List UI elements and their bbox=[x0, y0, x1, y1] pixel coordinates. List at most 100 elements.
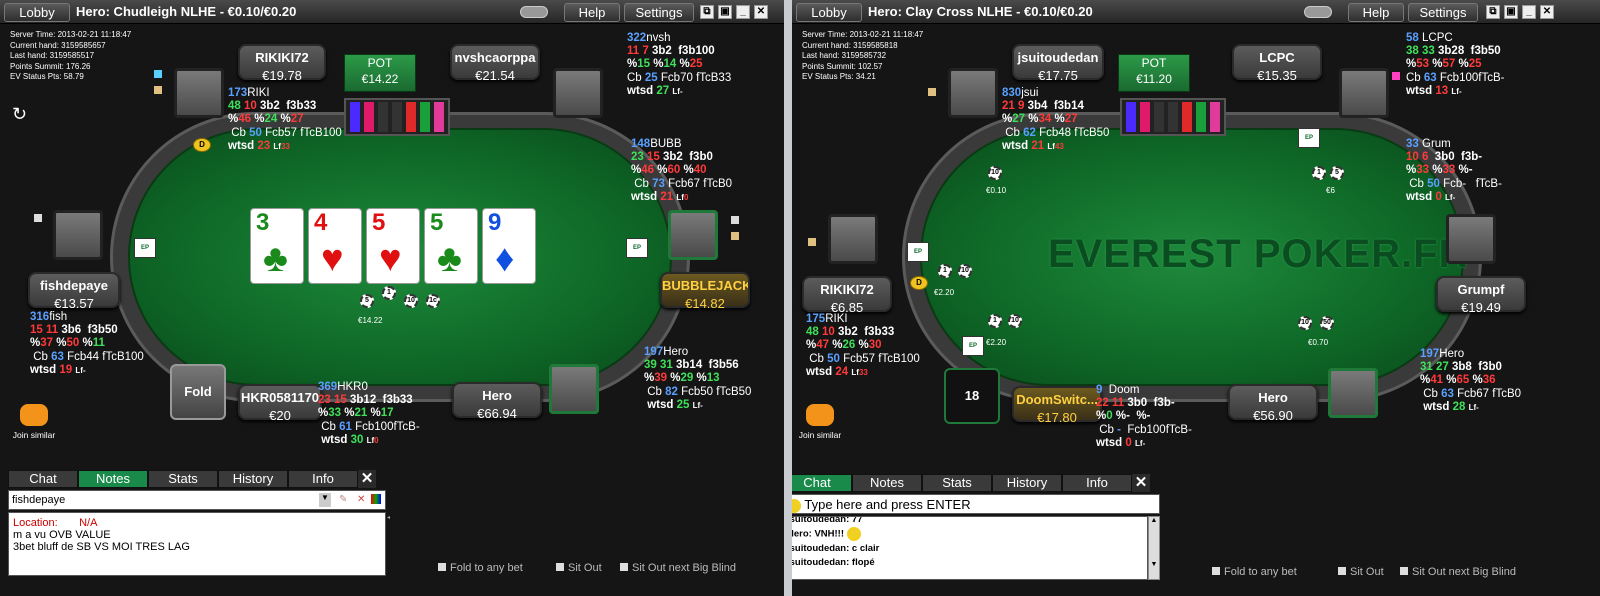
seat-nvshcaorppa[interactable]: nvshcaorppa €21.54 bbox=[450, 44, 540, 83]
hud-nvsh[interactable]: 322nvsh 11 7 3b2 f3b100 %15 %14 %25 Cb 2… bbox=[627, 32, 731, 98]
seat-hkr0581170[interactable]: HKR0581170 €20 bbox=[238, 384, 322, 423]
refresh-icon[interactable]: ↻ bbox=[12, 104, 27, 125]
avatar[interactable] bbox=[1446, 214, 1496, 264]
hud-jsui[interactable]: 830jsui 21 9 3b4 f3b14 %27 %34 %27 Cb 62… bbox=[1002, 87, 1109, 153]
delete-icon[interactable]: ✕ bbox=[357, 494, 365, 505]
tab-stats[interactable]: Stats bbox=[148, 470, 218, 488]
notes-text-area[interactable]: Location: N/A m a vu OVB VALUE 3bet bluf… bbox=[8, 512, 386, 576]
restore-icon[interactable]: ⧉ bbox=[700, 5, 714, 19]
opt-label: Sit Out bbox=[568, 562, 602, 574]
close-panel-icon[interactable]: ✕ bbox=[1132, 474, 1150, 492]
hud-lcpc[interactable]: 58 LCPC 38 33 3b28 f3b50 %53 %57 %25 Cb … bbox=[1406, 32, 1504, 98]
seat-grumpf[interactable]: Grumpf €19.49 bbox=[1436, 276, 1526, 315]
avatar[interactable] bbox=[174, 68, 224, 118]
sponsor-badge-icon: EP bbox=[626, 238, 648, 258]
avatar[interactable] bbox=[53, 210, 103, 260]
seat-name: DoomSwitc... bbox=[1016, 392, 1098, 407]
avatar[interactable] bbox=[1328, 368, 1378, 418]
toggle-icon[interactable] bbox=[1304, 6, 1332, 18]
notes-player-select[interactable]: fishdepaye ▼ ✎ ✕ bbox=[8, 490, 386, 510]
tab-notes[interactable]: Notes bbox=[78, 470, 148, 488]
close-panel-icon[interactable]: ✕ bbox=[358, 470, 376, 488]
tab-history[interactable]: History bbox=[992, 474, 1062, 492]
avatar[interactable] bbox=[828, 214, 878, 264]
sit-out-checkbox[interactable]: Sit Out bbox=[556, 562, 602, 574]
seat-doomswitch[interactable]: DoomSwitc... €17.80 bbox=[1012, 386, 1102, 425]
note-icon[interactable] bbox=[34, 214, 42, 222]
restore-icon[interactable]: ⧉ bbox=[1486, 5, 1500, 19]
sit-out-next-bb-checkbox[interactable]: Sit Out next Big Blind bbox=[620, 562, 736, 574]
tab-stats[interactable]: Stats bbox=[922, 474, 992, 492]
hand-icon[interactable] bbox=[154, 86, 162, 94]
seat-bubblejack[interactable]: BUBBLEJACK €14.82 bbox=[660, 272, 750, 311]
color-icon[interactable] bbox=[371, 494, 381, 504]
sit-out-next-bb-checkbox[interactable]: Sit Out next Big Blind bbox=[1400, 566, 1516, 578]
hud-fish[interactable]: 316fish 15 11 3b6 f3b50 %37 %50 %11 Cb 6… bbox=[30, 311, 144, 377]
help-button[interactable]: Help bbox=[564, 3, 620, 22]
chat-input[interactable]: Type here and press ENTER bbox=[792, 494, 1160, 514]
tab-history[interactable]: History bbox=[218, 470, 288, 488]
seat-jsuitoudedan[interactable]: jsuitoudedan €17.75 bbox=[1012, 44, 1104, 83]
chevron-down-icon[interactable]: ▼ bbox=[319, 493, 331, 507]
settings-button[interactable]: Settings bbox=[1408, 3, 1478, 22]
pot-label: POT bbox=[1141, 56, 1167, 70]
avatar[interactable] bbox=[549, 364, 599, 414]
current-hand: Current hand: 3159585657 bbox=[10, 40, 106, 50]
note-icon[interactable] bbox=[731, 216, 739, 224]
hud-riki[interactable]: 175RIKI 48 10 3b2 f3b33 %47 %26 %30 Cb 5… bbox=[806, 313, 920, 379]
seat-hero[interactable]: Hero €66.94 bbox=[452, 382, 542, 421]
minimize-icon[interactable]: _ bbox=[1522, 5, 1536, 19]
chip: 10 bbox=[1298, 316, 1312, 330]
tab-notes[interactable]: Notes bbox=[852, 474, 922, 492]
fold-to-any-bet-checkbox[interactable]: Fold to any bet bbox=[1212, 566, 1297, 578]
note-icon[interactable] bbox=[1392, 72, 1400, 80]
tab-chat[interactable]: Chat bbox=[8, 470, 78, 488]
fold-to-any-bet-checkbox[interactable]: Fold to any bet bbox=[438, 562, 523, 574]
sit-out-checkbox[interactable]: Sit Out bbox=[1338, 566, 1384, 578]
hand-icon[interactable] bbox=[731, 232, 739, 240]
lobby-button[interactable]: Lobby bbox=[796, 3, 862, 22]
scroll-up-icon[interactable]: ▲ bbox=[1149, 517, 1159, 527]
join-similar-button[interactable]: Join similar bbox=[792, 404, 850, 440]
hud-rikiki[interactable]: 173RIKI 48 10 3b2 f3b33 %46 %24 %27 Cb 5… bbox=[228, 87, 342, 153]
options-icon[interactable]: ▣ bbox=[1504, 5, 1518, 19]
hud-hkr0[interactable]: 369HKR0 23 15 3b12 f3b33 %33 %21 %17 Cb … bbox=[318, 381, 420, 447]
lobby-button[interactable]: Lobby bbox=[4, 3, 70, 22]
hud-hero[interactable]: 197Hero 31 27 3b8 f3b0 %41 %65 %36 Cb 63… bbox=[1420, 348, 1521, 414]
fold-button[interactable]: Fold bbox=[170, 364, 226, 420]
hud-doom[interactable]: 9 Doom 22 11 3b0 f3b- %0 %- %- Cb - Fcb1… bbox=[1096, 384, 1192, 450]
chip: 1c bbox=[426, 294, 440, 308]
chat-scrollbar[interactable]: ▲ ▼ bbox=[1148, 516, 1160, 580]
note-icon[interactable] bbox=[154, 70, 162, 78]
avatar[interactable] bbox=[553, 68, 603, 118]
avatar[interactable] bbox=[1339, 68, 1389, 118]
hud-grum[interactable]: 33 Grum 10 6 3b0 f3b- %33 %33 %- Cb 50 F… bbox=[1406, 138, 1502, 204]
resize-handle[interactable]: ◂ bbox=[387, 514, 391, 522]
tab-info[interactable]: Info bbox=[288, 470, 358, 488]
options-icon[interactable]: ▣ bbox=[718, 5, 732, 19]
close-window-icon[interactable]: ✕ bbox=[1540, 5, 1554, 19]
edit-icon[interactable]: ✎ bbox=[339, 494, 347, 505]
close-window-icon[interactable]: ✕ bbox=[754, 5, 768, 19]
seat-lcpc[interactable]: LCPC €15.35 bbox=[1232, 44, 1322, 83]
toggle-icon[interactable] bbox=[520, 6, 548, 18]
hand-icon[interactable] bbox=[808, 238, 816, 246]
avatar[interactable] bbox=[948, 68, 998, 118]
smiley-icon[interactable] bbox=[792, 498, 801, 513]
avatar[interactable] bbox=[668, 210, 718, 260]
hand-icon[interactable] bbox=[928, 88, 936, 96]
join-similar-button[interactable]: Join similar bbox=[12, 404, 56, 440]
scroll-down-icon[interactable]: ▼ bbox=[1149, 561, 1159, 571]
seat-rikiki72[interactable]: RIKIKI72 €6.85 bbox=[802, 276, 892, 315]
seat-fishdepaye[interactable]: fishdepaye €13.57 bbox=[28, 272, 120, 311]
tab-info[interactable]: Info bbox=[1062, 474, 1132, 492]
last-hand: Last hand: 3159585517 bbox=[10, 51, 95, 61]
minimize-icon[interactable]: _ bbox=[736, 5, 750, 19]
hud-bubb[interactable]: 148BUBB 23 15 3b2 f3b0 %46 %60 %40 Cb 73… bbox=[631, 138, 732, 204]
hud-hero[interactable]: 197Hero 39 31 3b14 f3b56 %39 %29 %13 Cb … bbox=[644, 346, 751, 412]
help-button[interactable]: Help bbox=[1348, 3, 1404, 22]
tab-chat[interactable]: Chat bbox=[792, 474, 852, 492]
settings-button[interactable]: Settings bbox=[624, 3, 694, 22]
seat-hero[interactable]: Hero €56.90 bbox=[1228, 384, 1318, 423]
seat-rikiki72[interactable]: RIKIKI72 €19.78 bbox=[238, 44, 326, 83]
